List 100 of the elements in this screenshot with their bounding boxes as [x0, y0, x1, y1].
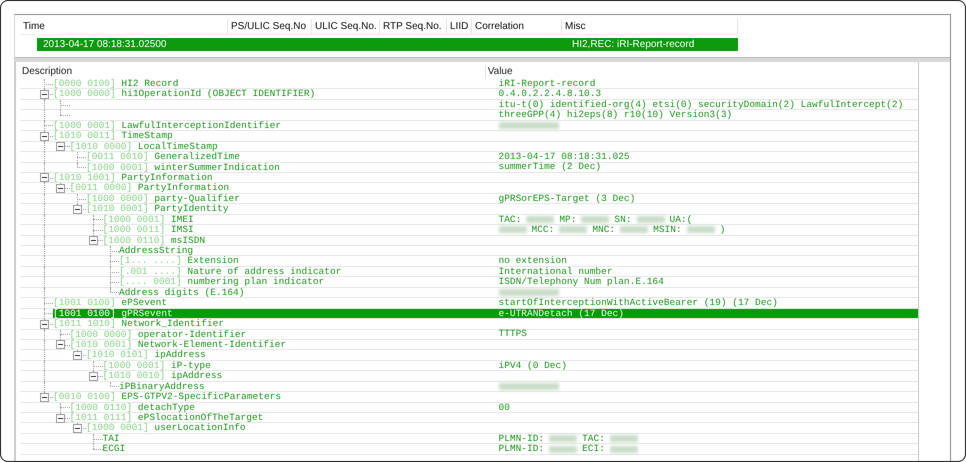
- column-header[interactable]: Time: [20, 19, 228, 34]
- node-value: 00: [498, 402, 510, 412]
- tree-row[interactable]: [1010 0010] ipAddress: [102, 371, 918, 381]
- tree-row[interactable]: [0000 0100] HI2 Record iRI-Report-record: [53, 79, 918, 88]
- node-value: gPRSorEPS-Target (3 Dec): [498, 194, 636, 204]
- node-label: [1000 0011] IMSI: [102, 225, 194, 235]
- node-label: [1010 0101] ipAddress: [86, 350, 206, 360]
- collapse-icon[interactable]: [40, 392, 48, 402]
- tree-row[interactable]: [0010 0100] EPS-GTPV2-SpecificParameters: [53, 392, 918, 402]
- value-text: SN:: [614, 214, 632, 224]
- tree-row[interactable]: [1011 0111] ePSlocationOfTheTarget: [70, 413, 918, 422]
- node-value: iPV4 (0 Dec): [498, 360, 567, 370]
- node-label: iPBinaryAddress: [119, 382, 205, 392]
- tree-row[interactable]: [1010 0001] Network-Element-Identifier: [70, 340, 918, 350]
- node-value: 2013-04-17 08:18:31.025: [498, 152, 630, 162]
- column-header[interactable]: Misc: [562, 19, 738, 34]
- redacted-blur: [559, 226, 588, 234]
- tree-row[interactable]: [1010 0011] TimeStamp: [53, 131, 918, 141]
- tree-row[interactable]: threeGPP(4) hi2eps(8) r10(10) Version3(3): [70, 110, 918, 120]
- tree-row[interactable]: [0011 0010] GeneralizedTime 2013-04-17 08:18:31.025: [86, 152, 918, 162]
- collapse-icon[interactable]: [40, 132, 48, 141]
- collapse-icon[interactable]: [40, 173, 48, 182]
- collapse-icon[interactable]: [40, 90, 48, 99]
- tree-row[interactable]: [1000 0001] userLocationInfo: [86, 423, 918, 433]
- tree-row[interactable]: [1010 1001] PartyInformation: [53, 172, 918, 182]
- tree-row[interactable]: [1010 0000] LocalTimeStamp: [70, 142, 918, 152]
- tree-row[interactable]: [1000 0000] operator-Identifier TTTPS: [70, 330, 918, 339]
- tree-row[interactable]: [1... ....] Extension no extension: [119, 256, 918, 266]
- table-cell: 2013-04-17 08:18:31.02500: [43, 39, 166, 50]
- redacted-blur: [620, 226, 648, 234]
- redacted-blur: [581, 216, 610, 223]
- value-text: MCC:: [532, 225, 554, 235]
- node-label: [0000 0100] HI2 Record: [53, 79, 178, 88]
- tree-row[interactable]: iPBinaryAddress: [119, 382, 918, 392]
- tree-row[interactable]: [1000 0110] msISDN: [102, 236, 918, 245]
- tree-row[interactable]: [1000 0011] IMSI MCC: MNC: MSIN: ): [102, 225, 918, 235]
- column-header[interactable]: LIID: [447, 19, 472, 34]
- tree-row[interactable]: AddressString: [119, 246, 918, 256]
- collapse-icon[interactable]: [40, 320, 48, 329]
- tree-row[interactable]: [.... 0001] numbering plan indicator ISDN/Telephony Num plan.E.164: [119, 277, 918, 287]
- node-label: [0011 0010] GeneralizedTime: [86, 152, 240, 162]
- node-label: [1000 0000] operator-Identifier: [70, 330, 246, 339]
- tree-row[interactable]: TAI PLMN-ID: TAC:: [102, 434, 918, 444]
- tree-row[interactable]: [1000 0001] LawfulInterceptionIdentifier: [53, 120, 918, 130]
- collapse-icon[interactable]: [89, 236, 98, 246]
- node-label: [1000 0110] detachType: [70, 402, 195, 412]
- table-cell: HI2,REC: iRI-Report-record: [572, 39, 694, 50]
- column-header[interactable]: Description: [20, 65, 486, 79]
- tree-row[interactable]: Address digits (E.164): [119, 288, 918, 298]
- collapse-icon[interactable]: [56, 340, 65, 350]
- tree-row[interactable]: ECGI PLMN-ID: ECI:: [102, 444, 918, 454]
- redacted-blur: [498, 382, 558, 390]
- node-value: e-UTRANDetach (17 Dec): [498, 308, 624, 318]
- tree-row[interactable]: [1010 0101] ipAddress: [86, 350, 918, 360]
- tree-row[interactable]: [1000 0110] detachType 00: [70, 402, 918, 412]
- collapse-icon[interactable]: [72, 350, 82, 360]
- tree-row[interactable]: [.001 ....] Nature of address indicator International number: [119, 266, 918, 276]
- collapse-icon[interactable]: [56, 414, 65, 422]
- tree-row[interactable]: [1000 0000] party-Qualifier gPRSorEPS-Target (3 Dec): [86, 194, 918, 204]
- redacted-blur: [549, 435, 578, 442]
- column-header[interactable]: ULIC Seq.No.: [312, 19, 380, 34]
- tree-row[interactable]: [1010 0001] PartyIdentity: [86, 204, 918, 214]
- column-header[interactable]: Value: [486, 65, 918, 79]
- node-label: [1010 0000] LocalTimeStamp: [70, 142, 218, 152]
- node-label: [1... ....] Extension: [119, 256, 239, 266]
- node-label: [0011 0000] PartyInformation: [70, 183, 230, 193]
- value-text: MNC:: [592, 225, 616, 235]
- node-label: ECGI: [102, 444, 126, 454]
- collapse-icon[interactable]: [89, 372, 98, 381]
- node-value: ISDN/Telephony Num plan.E.164: [498, 277, 664, 287]
- node-label: [1001 0100] gPRSevent: [53, 308, 173, 318]
- node-label: [1000 0001] LawfulInterceptionIdentifier: [53, 120, 282, 130]
- node-value: 0.4.0.2.2.4.8.10.3: [498, 89, 602, 99]
- tree-row[interactable]: [1000 0001] IMEI TAC: MP: SN: UA:(: [102, 214, 918, 224]
- node-value: International number: [498, 266, 613, 276]
- column-header[interactable]: Correlation: [472, 19, 562, 34]
- collapse-icon[interactable]: [56, 142, 65, 152]
- node-label: [1011 0111] ePSlocationOfTheTarget: [70, 413, 264, 422]
- collapse-icon[interactable]: [56, 184, 65, 193]
- value-text: TAC:: [582, 434, 605, 444]
- node-label: [1000 0110] msISDN: [102, 236, 206, 245]
- redacted-blur: [610, 435, 638, 442]
- node-label: AddressString: [119, 246, 194, 256]
- tree-row[interactable]: itu-t(0) identified-org(4) etsi(0) securityDomain(2) LawfulIntercept(2): [70, 100, 918, 110]
- node-label: TAI: [102, 434, 120, 444]
- value-text: PLMN-ID:: [498, 434, 544, 444]
- redacted-blur: [526, 216, 554, 223]
- tree-row[interactable]: [1011 1010] Network_Identifier: [53, 319, 918, 328]
- tree-row[interactable]: [0011 0000] PartyInformation: [70, 183, 918, 193]
- column-header[interactable]: RTP Seq.No.: [380, 19, 447, 34]
- tree-row[interactable]: [1001 0100] ePSevent startOfInterceptionWithActiveBearer (19) (17 Dec): [53, 298, 918, 308]
- collapse-icon[interactable]: [72, 424, 82, 433]
- node-value: iRI-Report-record: [498, 78, 596, 88]
- packet-row[interactable]: 2013-04-17 08:18:31.02500 HI2,REC: iRI-Report-record: [37, 38, 738, 51]
- collapse-icon[interactable]: [72, 204, 82, 214]
- redacted-blur: [610, 446, 638, 453]
- tree-row[interactable]: [1000 0001] winterSummerIndication summerTime (2 Dec): [86, 162, 918, 172]
- column-header[interactable]: PS/ULIC Seq.No: [228, 19, 312, 34]
- tree-row[interactable]: [1000 0000] hi1OperationId (OBJECT IDENTIFIER) 0.4.0.2.2.4.8.10.3: [53, 89, 918, 99]
- tree-row[interactable]: [1000 0001] iP-type iPV4 (0 Dec): [102, 360, 918, 370]
